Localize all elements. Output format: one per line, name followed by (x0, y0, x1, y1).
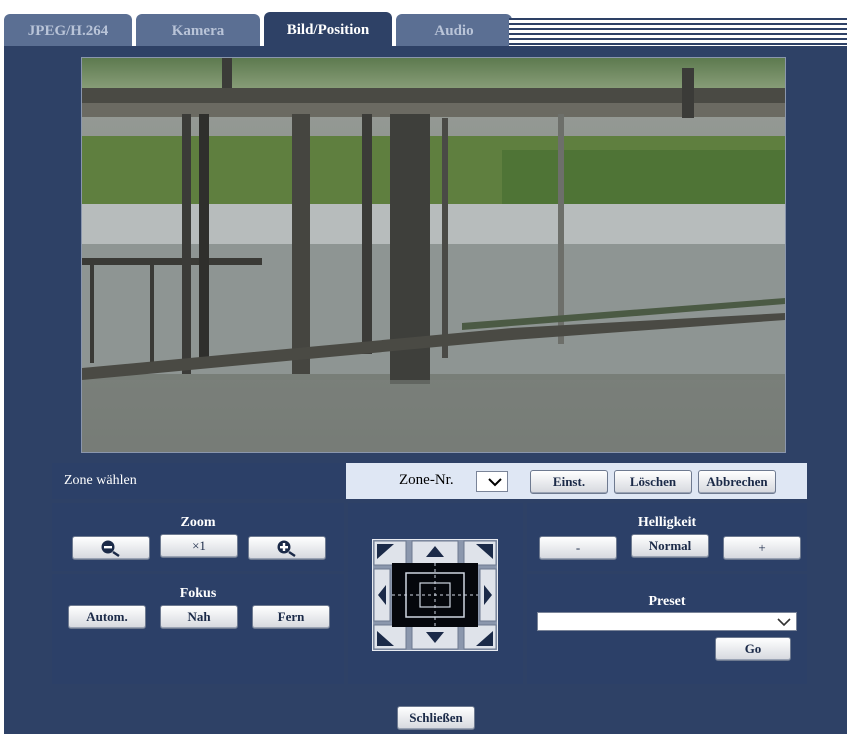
focus-near-button[interactable]: Nah (160, 605, 238, 629)
tab-label: JPEG/H.264 (27, 22, 109, 39)
zone-number-label: Zone-Nr. (399, 472, 454, 488)
chevron-down-icon (777, 618, 791, 627)
brightness-normal-button[interactable]: Normal (631, 534, 709, 558)
button-label: Autom. (86, 609, 128, 624)
preset-select[interactable] (537, 612, 797, 631)
chevron-down-icon (488, 478, 502, 487)
close-button[interactable]: Schließen (397, 706, 475, 730)
zone-set-button[interactable]: Einst. (530, 470, 608, 494)
tab-label: Bild/Position (286, 21, 370, 38)
zoom-label: Zoom (180, 515, 216, 530)
brightness-plus-button[interactable]: + (723, 536, 801, 560)
zoom-out-icon (101, 540, 120, 557)
tab-jpeg-h264[interactable]: JPEG/H.264 (4, 14, 132, 48)
zoom-in-button[interactable] (248, 536, 326, 560)
zone-select-bar: Zone wählen Zone-Nr. Einst. Löschen Abbr… (52, 463, 807, 499)
zone-number-select[interactable] (476, 471, 508, 492)
button-label: Nah (187, 609, 211, 624)
button-label: + (758, 540, 766, 555)
button-label: Löschen (629, 474, 677, 489)
focus-label: Fokus (179, 586, 217, 601)
zone-cancel-button[interactable]: Abbrechen (698, 470, 776, 494)
camera-image (82, 58, 785, 452)
button-label: Go (744, 641, 762, 656)
tab-bar: JPEG/H.264 Kamera Bild/Position Audio (4, 0, 847, 48)
position-control-pad[interactable] (372, 539, 498, 651)
brightness-panel: Helligkeit - Normal + (527, 503, 807, 571)
camera-live-view[interactable] (81, 57, 786, 453)
zone-delete-button[interactable]: Löschen (614, 470, 692, 494)
zone-title: Zone wählen (64, 473, 137, 488)
brightness-label: Helligkeit (637, 515, 697, 530)
focus-far-button[interactable]: Fern (252, 605, 330, 629)
zoom-panel: Zoom ×1 (52, 503, 344, 571)
focus-auto-button[interactable]: Autom. (68, 605, 146, 629)
zoom-reset-button[interactable]: ×1 (160, 534, 238, 558)
button-label: Einst. (552, 474, 586, 489)
tab-kamera[interactable]: Kamera (136, 14, 260, 48)
tab-label: Kamera (171, 22, 225, 39)
focus-panel: Fokus Autom. Nah Fern (52, 574, 344, 684)
camera-settings-window: JPEG/H.264 Kamera Bild/Position Audio Zo… (4, 0, 847, 734)
tab-audio[interactable]: Audio (396, 14, 512, 48)
zone-controls: Zone-Nr. Einst. Löschen Abbrechen (346, 463, 807, 499)
button-label: Abbrechen (706, 474, 768, 489)
button-label: Schließen (409, 710, 463, 725)
tab-bild-position[interactable]: Bild/Position (264, 12, 392, 48)
preset-panel: Preset Go (527, 574, 807, 684)
brightness-minus-button[interactable]: - (539, 536, 617, 560)
position-control-panel (348, 503, 523, 684)
button-label: ×1 (192, 538, 206, 553)
preset-label: Preset (648, 594, 686, 609)
preset-go-button[interactable]: Go (715, 637, 791, 661)
button-label: Normal (648, 538, 692, 553)
button-label: - (575, 540, 581, 555)
zoom-out-button[interactable] (72, 536, 150, 560)
tab-bar-divider (4, 46, 847, 48)
tab-label: Audio (434, 22, 474, 39)
tab-bar-decoration (509, 18, 847, 46)
button-label: Fern (277, 609, 305, 624)
zoom-in-icon (277, 540, 296, 557)
